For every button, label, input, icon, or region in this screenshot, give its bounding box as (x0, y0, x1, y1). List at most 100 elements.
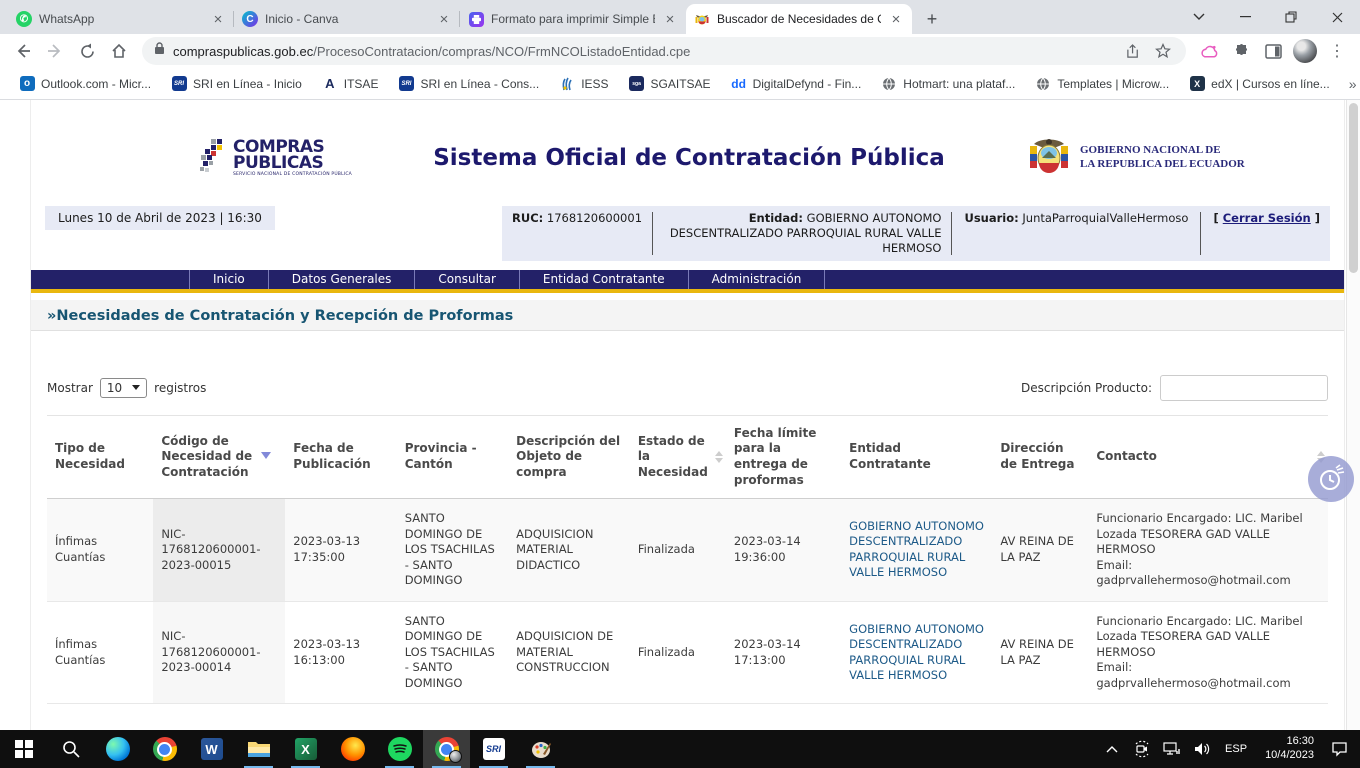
header-entidad-contratante[interactable]: Entidad Contratante (841, 415, 992, 498)
entidad-link[interactable]: GOBIERNO AUTONOMO DESCENTRALIZADO PARROQ… (849, 622, 984, 683)
descripcion-producto-input[interactable] (1160, 375, 1328, 401)
tab-close-icon[interactable]: × (436, 11, 452, 28)
cerrar-sesion-link[interactable]: Cerrar Sesión (1223, 211, 1311, 225)
window-controls (1176, 0, 1360, 34)
tab-buscador-necesidades[interactable]: Buscador de Necesidades de Con × (686, 4, 912, 34)
bookmark-iess[interactable]: IESS (550, 73, 617, 95)
tab-close-icon[interactable]: × (888, 11, 904, 28)
header-descripcion[interactable]: Descripción del Objeto de compra (508, 415, 630, 498)
bookmark-sri-consultas[interactable]: SRISRI en Línea - Cons... (389, 73, 548, 95)
header-direccion-entrega[interactable]: Dirección de Entrega (992, 415, 1088, 498)
taskbar-chrome-profile-icon[interactable] (423, 730, 470, 768)
bookmark-hotmart[interactable]: Hotmart: una plataf... (872, 73, 1024, 95)
tray-chevron-up-icon[interactable] (1101, 738, 1123, 760)
taskbar-edge-icon[interactable] (94, 730, 141, 768)
side-panel-icon[interactable] (1258, 36, 1288, 66)
compras-publicas-blocks-icon (199, 137, 229, 179)
cell-provincia: SANTO DOMINGO DE LOS TSACHILAS - SANTO D… (397, 601, 508, 704)
share-icon[interactable] (1122, 40, 1144, 62)
language-indicator[interactable]: ESP (1221, 743, 1251, 755)
profile-avatar[interactable] (1290, 36, 1320, 66)
taskbar-paint-icon[interactable] (517, 730, 564, 768)
gold-divider (31, 289, 1344, 293)
ecuador-crest-icon (694, 11, 710, 27)
site-header: COMPRAS PUBLICAS SERVICIO NACIONAL DE CO… (31, 116, 1344, 200)
header-estado[interactable]: Estado de la Necesidad (630, 415, 726, 498)
menu-datos-generales[interactable]: Datos Generales (269, 270, 416, 289)
producto-filter: Descripción Producto: (1021, 375, 1328, 401)
bookmark-edx[interactable]: XedX | Cursos en líne... (1180, 73, 1339, 95)
cell-direccion: AV REINA DE LA PAZ (992, 499, 1088, 602)
taskbar-excel-icon[interactable]: X (282, 730, 329, 768)
home-icon[interactable] (104, 36, 134, 66)
extensions-puzzle-icon[interactable] (1226, 36, 1256, 66)
window-restore-button[interactable] (1268, 0, 1314, 34)
header-fecha-limite[interactable]: Fecha límite para la entrega de proforma… (726, 415, 841, 498)
page-scrollbar[interactable] (1346, 100, 1360, 730)
bookmark-digitaldefynd[interactable]: ddDigitalDefynd - Fin... (722, 73, 871, 95)
timer-widget-button[interactable] (1308, 456, 1354, 502)
header-provincia[interactable]: Provincia - Cantón (397, 415, 508, 498)
bookmark-sri-inicio[interactable]: SRISRI en Línea - Inicio (162, 73, 311, 95)
cell-fecha-limite: 2023-03-14 17:13:00 (726, 601, 841, 704)
taskbar-search-button[interactable] (47, 730, 94, 768)
taskbar-word-icon[interactable]: W (188, 730, 235, 768)
browser-toolbar: compraspublicas.gob.ec/ProcesoContrataci… (0, 34, 1360, 68)
scrollbar-thumb[interactable] (1349, 103, 1358, 273)
menu-administracion[interactable]: Administración (689, 270, 826, 289)
meet-now-icon[interactable] (1131, 738, 1153, 760)
header-tipo-necesidad[interactable]: Tipo de Necesidad (47, 415, 153, 498)
header-fecha-publicacion[interactable]: Fecha de Publicación (285, 415, 396, 498)
menu-entidad-contratante[interactable]: Entidad Contratante (520, 270, 689, 289)
weather-extension-icon[interactable] (1194, 36, 1224, 66)
taskbar-spotify-icon[interactable] (376, 730, 423, 768)
header-codigo[interactable]: Código de Necesidad de Contratación (153, 415, 285, 498)
window-close-button[interactable] (1314, 0, 1360, 34)
taskbar-chrome-icon[interactable] (141, 730, 188, 768)
entidad-link[interactable]: GOBIERNO AUTONOMO DESCENTRALIZADO PARROQ… (849, 519, 984, 580)
session-info-bar: Lunes 10 de Abril de 2023 | 16:30 RUC: 1… (45, 206, 1330, 261)
bookmark-itsae[interactable]: AITSAE (313, 73, 388, 95)
cell-entidad: GOBIERNO AUTONOMO DESCENTRALIZADO PARROQ… (841, 499, 992, 602)
menu-kebab-icon[interactable]: ⋮ (1322, 36, 1352, 66)
bookmarks-overflow-icon[interactable]: » (1341, 76, 1360, 92)
new-tab-button[interactable]: + (918, 5, 946, 33)
tab-canva[interactable]: C Inicio - Canva × (234, 4, 460, 34)
back-icon[interactable] (8, 36, 38, 66)
window-minimize-button[interactable] (1222, 0, 1268, 34)
sgaitsae-icon: sga (629, 76, 645, 92)
volume-icon[interactable] (1191, 738, 1213, 760)
taskbar-sri-icon[interactable]: SRI (470, 730, 517, 768)
compras-publicas-logo: COMPRAS PUBLICAS SERVICIO NACIONAL DE CO… (199, 137, 352, 179)
forward-icon[interactable] (40, 36, 70, 66)
tab-close-icon[interactable]: × (210, 11, 226, 28)
taskbar-firefox-icon[interactable] (329, 730, 376, 768)
bookmark-outlook[interactable]: oOutlook.com - Micr... (10, 73, 160, 95)
webpage: COMPRAS PUBLICAS SERVICIO NACIONAL DE CO… (0, 100, 1360, 730)
network-icon[interactable] (1161, 738, 1183, 760)
menu-consultar[interactable]: Consultar (415, 270, 520, 289)
tab-close-icon[interactable]: × (662, 11, 678, 28)
logo-line2: PUBLICAS (233, 155, 352, 171)
tab-whatsapp[interactable]: ✆ WhatsApp × (8, 4, 234, 34)
action-center-icon[interactable] (1328, 738, 1350, 760)
bookmark-star-icon[interactable] (1152, 40, 1174, 62)
menu-inicio[interactable]: Inicio (189, 270, 269, 289)
start-button[interactable] (0, 730, 47, 768)
clock[interactable]: 16:30 10/4/2023 (1259, 735, 1320, 763)
taskbar-file-explorer-icon[interactable] (235, 730, 282, 768)
tab-formato-imprimir[interactable]: Formato para imprimir Simple Eti × (460, 4, 686, 34)
header-contacto[interactable]: Contacto (1088, 415, 1328, 498)
page-size-select[interactable]: 10 (100, 378, 147, 398)
cell-fecha-publicacion: 2023-03-13 16:13:00 (285, 601, 396, 704)
registros-label: registros (154, 381, 206, 395)
cell-estado: Finalizada (630, 601, 726, 704)
taskbar: W X SRI ESP 16:30 10/4/2023 (0, 730, 1360, 768)
address-bar[interactable]: compraspublicas.gob.ec/ProcesoContrataci… (142, 37, 1186, 65)
tab-title: Buscador de Necesidades de Con (717, 12, 881, 26)
bookmark-templates[interactable]: Templates | Microw... (1026, 73, 1178, 95)
tab-title: WhatsApp (39, 12, 203, 26)
reload-icon[interactable] (72, 36, 102, 66)
tab-search-chevron-icon[interactable] (1176, 0, 1222, 34)
bookmark-sgaitsae[interactable]: sgaSGAITSAE (620, 73, 720, 95)
